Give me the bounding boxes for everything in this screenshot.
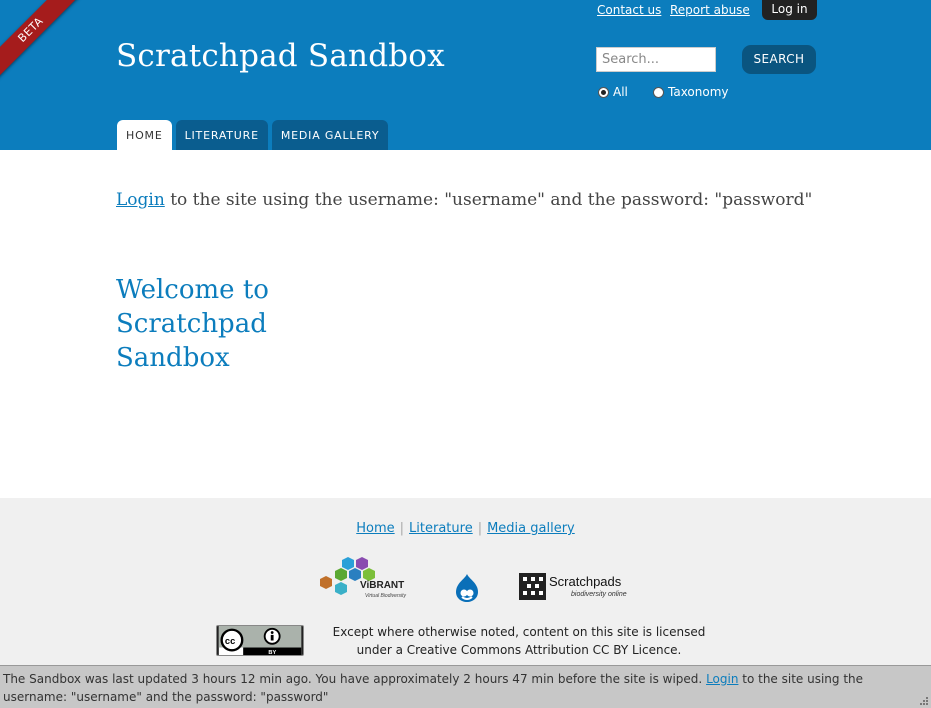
site-title[interactable]: Scratchpad Sandbox: [116, 38, 445, 74]
search-button[interactable]: SEARCH: [742, 45, 816, 74]
vibrant-logo-name: ViBRANT: [360, 580, 404, 591]
cc-icon: cc: [225, 636, 235, 646]
radio-taxonomy[interactable]: Taxonomy: [653, 85, 729, 99]
log-in-button[interactable]: Log in: [762, 0, 817, 20]
status-text: The Sandbox was last updated 3 hours 12 …: [3, 672, 707, 686]
resize-grip-icon[interactable]: [919, 696, 929, 706]
status-login-link[interactable]: Login: [706, 672, 738, 686]
tab-media-gallery[interactable]: MEDIA GALLERY: [271, 120, 389, 150]
login-link[interactable]: Login: [116, 190, 165, 210]
footer-nav: Home | Literature | Media gallery: [0, 521, 931, 536]
licence-notice: Except where otherwise noted, content on…: [320, 623, 718, 659]
creative-commons-badge[interactable]: cc BY: [216, 625, 304, 656]
footer-link-literature[interactable]: Literature: [409, 521, 473, 536]
contact-us-link[interactable]: Contact us: [597, 3, 661, 17]
cc-badge-label: BY: [268, 650, 276, 656]
sandbox-status-bar: The Sandbox was last updated 3 hours 12 …: [0, 665, 931, 708]
radio-taxonomy-label: Taxonomy: [668, 85, 729, 99]
footer-separator: |: [477, 521, 483, 536]
licence-line-2: under a Creative Commons Attribution CC …: [356, 643, 682, 657]
login-instructions-text: to the site using the username: "usernam…: [164, 190, 813, 210]
footer-link-home[interactable]: Home: [356, 521, 394, 536]
welcome-heading: Welcome to Scratchpad Sandbox: [116, 275, 269, 373]
footer-link-media-gallery[interactable]: Media gallery: [487, 521, 575, 536]
tab-home[interactable]: HOME: [117, 120, 172, 150]
attribution-icon: [270, 631, 274, 634]
login-instructions: Login to the site using the username: "u…: [116, 190, 812, 210]
footer-separator: |: [399, 521, 405, 536]
report-abuse-link[interactable]: Report abuse: [670, 3, 750, 17]
licence-line-1: Except where otherwise noted, content on…: [332, 625, 706, 639]
radio-all-indicator[interactable]: [598, 86, 609, 98]
search-input[interactable]: [596, 47, 716, 72]
radio-taxonomy-indicator[interactable]: [653, 86, 664, 98]
scratchpads-logo[interactable]: Scratchpads biodiversity online: [519, 572, 634, 602]
tab-literature[interactable]: LITERATURE: [175, 120, 268, 150]
drupal-logo[interactable]: [454, 573, 480, 603]
radio-all-label: All: [613, 85, 628, 99]
vibrant-logo-tagline: Virtual Biodiversity: [365, 593, 407, 599]
scratchpads-logo-tagline: biodiversity online: [571, 591, 627, 598]
scratchpads-logo-name: Scratchpads: [549, 574, 622, 589]
radio-all[interactable]: All: [598, 85, 628, 99]
main-tabs: HOME LITERATURE MEDIA GALLERY: [117, 120, 392, 150]
vibrant-logo[interactable]: ViBRANT Virtual Biodiversity: [318, 556, 418, 602]
